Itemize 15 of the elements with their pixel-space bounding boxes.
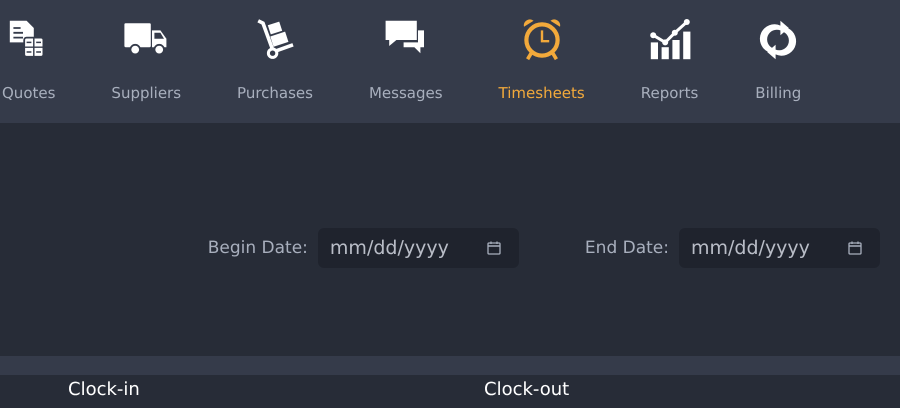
nav-tab[interactable]: Messages [340,0,471,102]
calendar-icon[interactable] [848,241,862,255]
nav-tab[interactable]: Timesheets [470,0,613,102]
nav-tab[interactable]: Billing [726,0,830,102]
calendar-icon[interactable] [486,241,501,255]
nav-tab[interactable]: Purchases [209,0,341,102]
nav-tab[interactable]: Suppliers [83,0,210,102]
field-label: End Date: [584,238,669,258]
nav-tab[interactable]: Quotes [2,0,84,102]
column-header: Clock-in [68,379,141,400]
date-field[interactable]: mm/dd/yyyy [318,228,519,268]
nav-tab[interactable]: Reports [612,0,726,102]
date-field[interactable]: mm/dd/yyyy [679,228,880,268]
column-header: Clock-out [484,379,570,400]
field-label: Begin Date: [208,238,308,258]
